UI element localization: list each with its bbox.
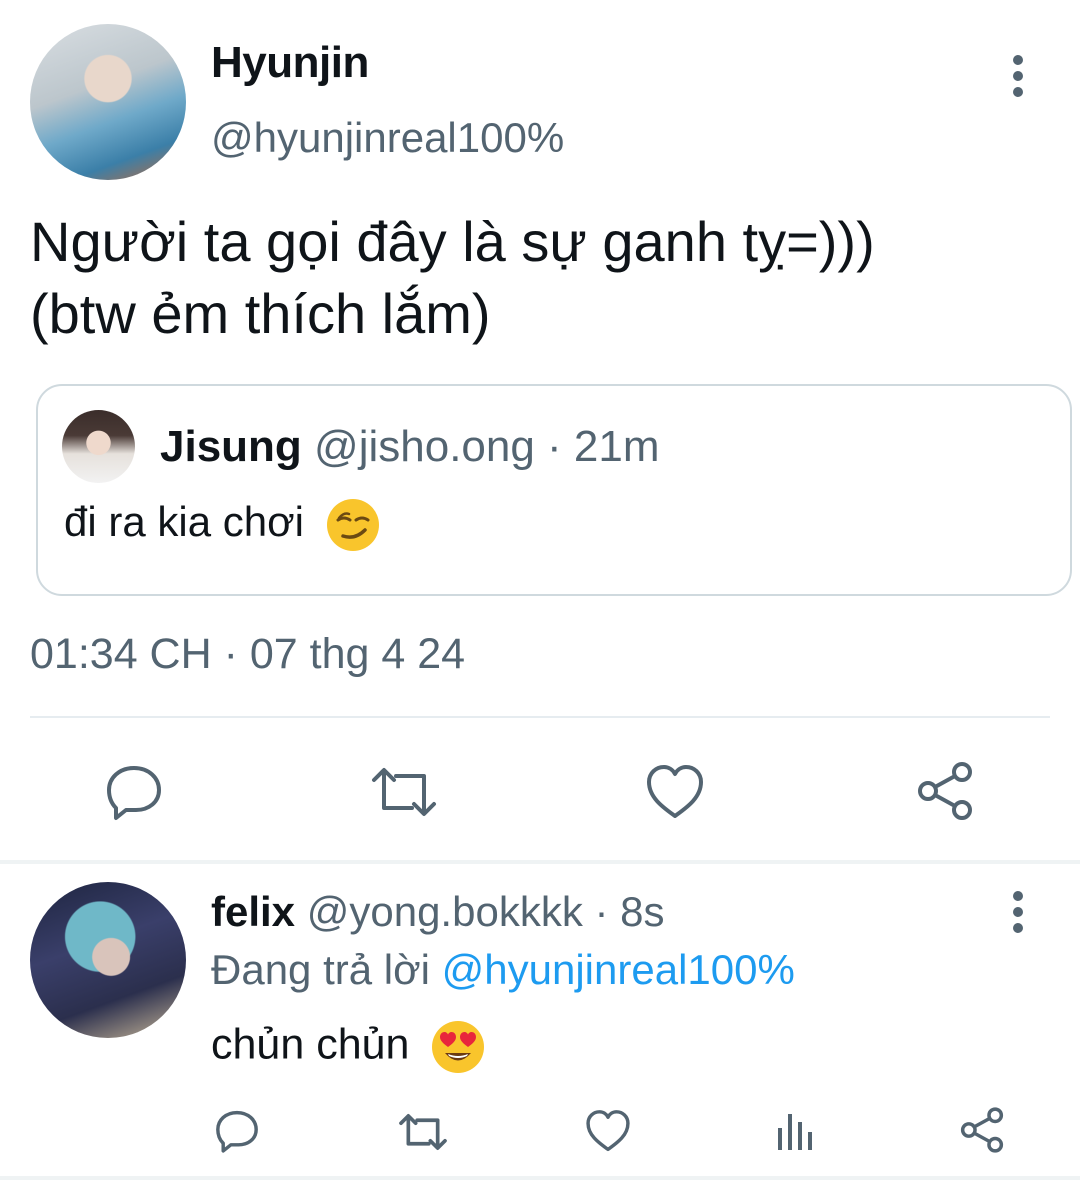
reply-icon [216, 1110, 258, 1153]
retweet-icon [399, 1114, 447, 1150]
tweet-text-line-1: Người ta gọi đây là sự ganh tỵ=))) [30, 210, 875, 273]
reply-share-button[interactable] [958, 1106, 1006, 1154]
reply-text: chủn chủn [211, 1020, 410, 1069]
quoted-tweet-card[interactable] [36, 384, 1072, 596]
author-handle[interactable]: @hyunjinreal100% [211, 114, 564, 162]
share-icon [918, 762, 972, 820]
smirking-face-emoji-icon [326, 499, 379, 551]
reply-reply-button[interactable] [214, 1108, 260, 1154]
heart-eyes-emoji-icon [432, 1021, 485, 1073]
replying-to-mention[interactable]: @hyunjinreal100% [442, 946, 795, 993]
reply-header: felix @yong.bokkkk · 8s [211, 888, 665, 936]
analytics-icon [778, 1114, 812, 1150]
replying-to: Đang trả lời @hyunjinreal100% [211, 946, 795, 994]
reply-like-button[interactable] [584, 1108, 632, 1154]
author-avatar[interactable] [30, 24, 186, 180]
reply-analytics-button[interactable] [776, 1110, 816, 1152]
quoted-author-name: Jisung [160, 422, 302, 471]
bottom-separator [0, 1176, 1080, 1180]
tweet-text-line-2: (btw ẻm thích lắm) [30, 282, 491, 345]
share-button[interactable] [914, 760, 976, 822]
reply-author-avatar[interactable] [30, 882, 186, 1038]
like-button[interactable] [644, 762, 706, 822]
quoted-text: đi ra kia chơi [64, 498, 304, 546]
reply-more-options-button[interactable] [998, 888, 1038, 936]
reply-author-name[interactable]: felix [211, 888, 295, 935]
quoted-author-avatar [62, 410, 135, 483]
author-name[interactable]: Hyunjin [211, 38, 369, 88]
reply-text-row: chủn chủn [211, 1020, 485, 1074]
reply-icon [107, 766, 161, 820]
reply-meta: @yong.bokkkk · 8s [306, 888, 665, 935]
quoted-header: Jisung @jisho.ong · 21m [160, 422, 660, 472]
section-separator [0, 860, 1080, 864]
divider [30, 716, 1050, 718]
retweet-icon [372, 768, 436, 816]
replying-to-prefix: Đang trả lời [211, 946, 430, 993]
reply-button[interactable] [104, 762, 164, 822]
reply-retweet-button[interactable] [396, 1110, 450, 1154]
tweet-timestamp: 01:34 CH · 07 thg 4 24 [30, 630, 466, 678]
quoted-text-row: đi ra kia chơi [64, 498, 380, 552]
like-icon [647, 765, 703, 818]
more-options-button[interactable] [998, 52, 1038, 100]
quoted-meta: @jisho.ong · 21m [314, 422, 660, 471]
retweet-button[interactable] [368, 762, 440, 822]
share-icon [960, 1107, 1004, 1153]
like-icon [586, 1110, 630, 1152]
more-vertical-icon [1013, 55, 1023, 97]
more-vertical-icon [1013, 891, 1023, 933]
tweet-text: Người ta gọi đây là sự ganh tỵ=))) (btw … [30, 206, 1050, 350]
